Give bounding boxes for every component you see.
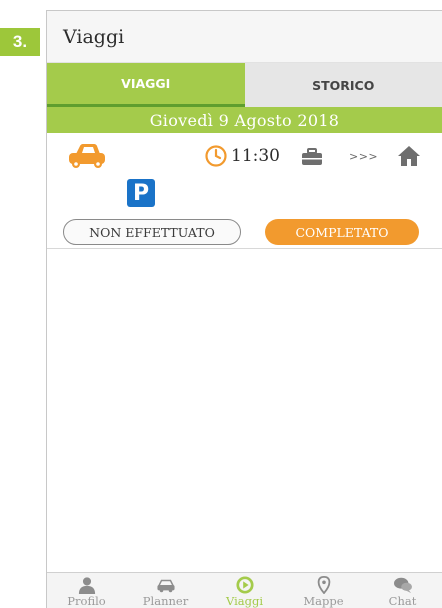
nav-item-mappe[interactable]: Mappe: [284, 573, 363, 608]
not-done-button[interactable]: NON EFFETTUATO: [63, 219, 241, 245]
parking-icon: P: [127, 179, 155, 207]
app-screen: Viaggi VIAGGI STORICO Giovedì 9 Agosto 2…: [46, 10, 442, 608]
chat-bubbles-icon: [393, 577, 412, 594]
nav-label: Mappe: [303, 594, 344, 608]
play-circle-icon: [235, 576, 254, 594]
clock-icon: [205, 145, 227, 167]
tab-viaggi[interactable]: VIAGGI: [47, 63, 245, 107]
tab-storico[interactable]: STORICO: [244, 63, 442, 107]
nav-label: Planner: [142, 594, 189, 608]
route-arrows: >>>: [349, 150, 379, 163]
home-icon: [398, 146, 420, 166]
person-icon: [78, 577, 95, 594]
tab-bar: VIAGGI STORICO: [47, 63, 442, 107]
nav-item-profilo[interactable]: Profilo: [47, 573, 126, 608]
car-icon: [69, 144, 105, 168]
trip-time: 11:30: [231, 146, 280, 166]
step-badge: 3.: [0, 28, 40, 56]
completed-button[interactable]: COMPLETATO: [265, 219, 419, 245]
trip-card[interactable]: 11:30 >>> P NON EFFETTUATO COMPLETATO: [47, 133, 442, 249]
app-header: Viaggi: [47, 11, 442, 63]
map-pin-icon: [317, 576, 330, 594]
nav-item-planner[interactable]: Planner: [126, 573, 205, 608]
nav-label: Chat: [388, 594, 417, 608]
page-title: Viaggi: [63, 25, 125, 48]
date-bar: Giovedì 9 Agosto 2018: [47, 107, 442, 133]
car-outline-icon: [156, 579, 175, 593]
nav-item-chat[interactable]: Chat: [363, 573, 442, 608]
nav-label: Viaggi: [225, 594, 264, 608]
nav-item-viaggi[interactable]: Viaggi: [205, 573, 284, 608]
nav-label: Profilo: [67, 594, 106, 608]
briefcase-icon: [302, 148, 322, 165]
bottom-nav: Profilo Planner Viaggi Mappe Chat: [47, 572, 442, 608]
